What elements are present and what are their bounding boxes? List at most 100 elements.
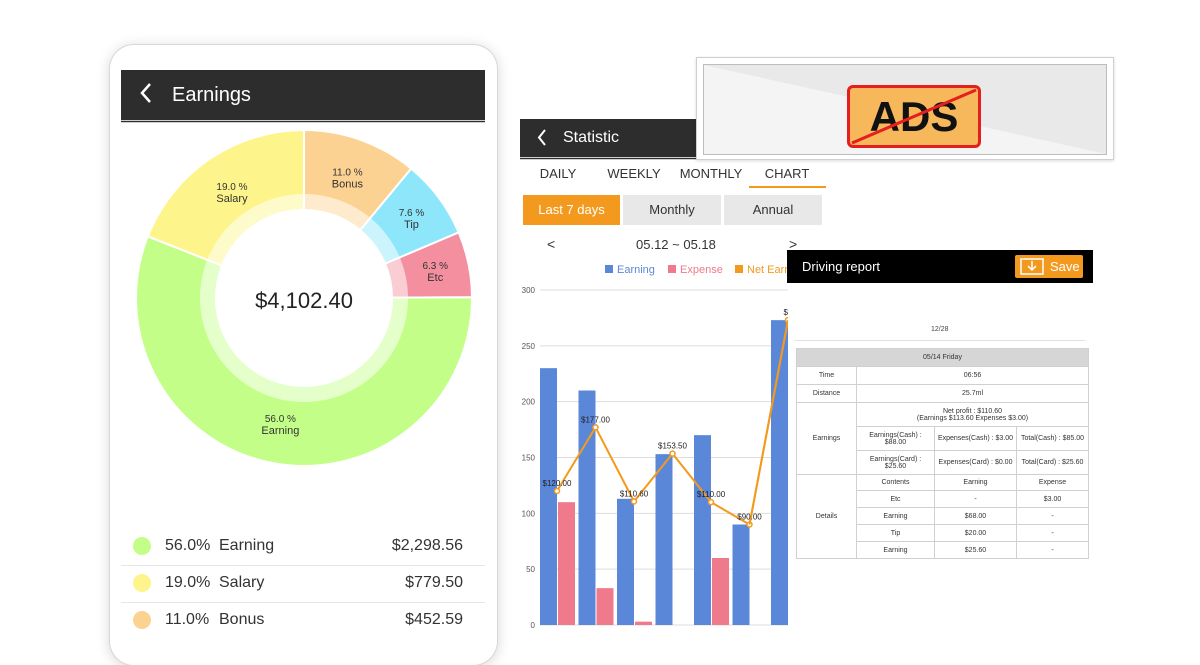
tab-daily[interactable]: DAILY xyxy=(521,166,595,181)
details-cell: $68.00 xyxy=(934,507,1017,525)
tab-monthly[interactable]: MONTHLY xyxy=(674,166,748,181)
ad-placeholder: ADS xyxy=(703,64,1107,155)
legend-dot xyxy=(133,574,151,592)
y-tick-label: 100 xyxy=(522,509,536,518)
statistic-bar-chart: 0 50 100 150 200 250 300 $120.00 $177.00 $110.60… xyxy=(522,286,788,628)
data-label: $110.00 xyxy=(697,490,726,499)
legend-name: Earning xyxy=(219,537,275,554)
expense-bar[interactable] xyxy=(712,558,729,625)
legend-expense: Expense xyxy=(668,264,723,276)
driving-report-header: Driving report Save xyxy=(787,250,1093,283)
chevron-left-icon[interactable] xyxy=(139,82,153,104)
earning-bar[interactable] xyxy=(694,435,711,625)
y-tick-label: 200 xyxy=(522,398,536,407)
net-earn-point[interactable] xyxy=(669,450,676,457)
earning-bar[interactable] xyxy=(540,368,557,625)
legend-row-bonus[interactable]: 11.0% Bonus $452.59 xyxy=(121,602,485,639)
expense-bar[interactable] xyxy=(558,502,575,625)
data-label: $153.50 xyxy=(658,442,687,451)
earning-bar[interactable] xyxy=(732,524,750,626)
driving-report-title: Driving report xyxy=(802,259,881,274)
earnings-header: Earnings xyxy=(121,70,485,123)
details-cell: - xyxy=(1016,524,1089,542)
time-value: 06:56 xyxy=(856,366,1089,385)
tab-weekly[interactable]: WEEKLY xyxy=(597,166,671,181)
range-annual-button[interactable]: Annual xyxy=(724,195,822,225)
details-cell: - xyxy=(934,490,1017,508)
net-earn-point[interactable] xyxy=(553,487,561,495)
donut-name-label: Earning xyxy=(261,425,299,437)
active-tab-indicator xyxy=(749,186,826,188)
date-range: 05.12 ~ 05.18 xyxy=(636,237,716,252)
legend-amount: $779.50 xyxy=(405,574,463,591)
legend-name: Bonus xyxy=(219,611,265,628)
range-last-7-days-button[interactable]: Last 7 days xyxy=(523,195,620,225)
earning-bar[interactable] xyxy=(655,454,673,625)
statistic-header: Statistic xyxy=(520,119,696,160)
save-button[interactable]: Save xyxy=(1015,255,1083,278)
donut-name-label: Tip xyxy=(404,219,419,231)
legend-pct: 19.0% xyxy=(165,574,211,591)
y-tick-label: 50 xyxy=(526,565,535,574)
donut-pct-label: 6.3 % xyxy=(422,261,448,272)
card-expenses: Expenses(Card) : $0.00 xyxy=(934,450,1017,475)
statistic-title: Statistic xyxy=(563,129,620,146)
page-title: Earnings xyxy=(172,84,251,106)
details-header: Expense xyxy=(1016,474,1089,491)
data-label: $177.00 xyxy=(581,415,610,424)
expense-bar[interactable] xyxy=(635,621,652,625)
report-day: 05/14 Friday xyxy=(796,348,1089,367)
legend-row-salary[interactable]: 19.0% Salary $779.50 xyxy=(121,565,485,603)
details-cell: Tip xyxy=(856,524,935,542)
donut-pct-label: 56.0 % xyxy=(265,414,296,425)
legend-row-earning[interactable]: 56.0% Earning $2,298.56 xyxy=(121,528,485,566)
details-label: Details xyxy=(796,474,857,559)
legend-earning: Earning xyxy=(605,264,655,276)
details-cell: $3.00 xyxy=(1016,490,1089,508)
legend-pct: 56.0% xyxy=(165,537,211,554)
cash-earnings: Earnings(Cash) : $88.00 xyxy=(856,426,935,451)
net-earn-point[interactable] xyxy=(592,424,599,431)
tab-chart[interactable]: CHART xyxy=(750,166,824,181)
donut-name-label: Salary xyxy=(216,193,248,205)
cash-total: Total(Cash) : $85.00 xyxy=(1016,426,1089,451)
net-earn-point[interactable] xyxy=(707,498,715,506)
donut-name-label: Etc xyxy=(427,272,443,284)
card-earnings: Earnings(Card) : $25.60 xyxy=(856,450,935,475)
data-label: $120.00 xyxy=(543,479,572,488)
details-cell: Earning xyxy=(856,507,935,525)
distance-value: 25.7ml xyxy=(856,384,1089,403)
donut-name-label: Bonus xyxy=(332,179,364,191)
report-date: 12/28 xyxy=(931,326,949,333)
range-monthly-button[interactable]: Monthly xyxy=(623,195,721,225)
time-label: Time xyxy=(796,366,857,385)
no-ads-badge: ADS xyxy=(847,85,981,148)
legend-dot xyxy=(133,537,151,555)
y-tick-label: 250 xyxy=(522,342,536,351)
legend-amount: $452.59 xyxy=(405,611,463,628)
legend-pct: 11.0% xyxy=(165,611,210,628)
details-cell: Earning xyxy=(856,541,935,559)
earnings-label: Earnings xyxy=(796,402,857,475)
earnings-phone: Earnings $4,102.40 11.0 % Bonus 7.6 % Tip 6.… xyxy=(110,45,497,665)
details-cell: - xyxy=(1016,507,1089,525)
details-cell: $20.00 xyxy=(934,524,1017,542)
legend-net-earn: Net Earn xyxy=(735,264,787,276)
details-cell: - xyxy=(1016,541,1089,559)
earning-bar[interactable] xyxy=(617,498,634,625)
y-tick-label: 150 xyxy=(522,454,536,463)
prev-range-button[interactable]: < xyxy=(547,236,555,252)
details-header: Earning xyxy=(934,474,1017,491)
card-total: Total(Card) : $25.60 xyxy=(1016,450,1089,475)
details-cell: Etc xyxy=(856,490,935,508)
strike-through-icon xyxy=(851,88,977,145)
net-earn-point[interactable] xyxy=(630,498,638,505)
legend-amount: $2,298.56 xyxy=(391,537,463,554)
download-icon xyxy=(1020,258,1044,275)
save-label: Save xyxy=(1050,259,1080,274)
data-label: $110.60 xyxy=(620,489,649,498)
expense-bar[interactable] xyxy=(596,588,614,625)
details-cell: $25.60 xyxy=(934,541,1017,559)
ad-banner[interactable]: ADS xyxy=(696,57,1114,160)
chevron-left-icon[interactable] xyxy=(537,129,547,146)
